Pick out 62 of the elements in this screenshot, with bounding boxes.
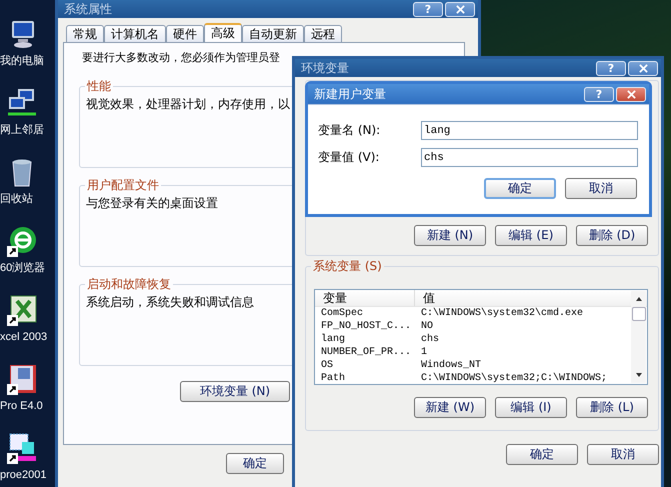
desktop-icon-label[interactable]: 回收站 [0,192,33,206]
close-icon [456,4,464,14]
group-title: 启动和故障恢复 [85,277,173,291]
group-description: 与您登录有关的桌面设置 [86,196,218,210]
column-header[interactable]: 变量 [315,290,415,306]
environment-variables-button[interactable]: 环境变量 (N) [180,381,290,402]
variable-value[interactable]: C:\WINDOWS\system32\cmd.exe [415,307,584,320]
scroll-down-icon[interactable] [634,371,644,379]
variable-name[interactable]: FP_NO_HOST_C... [315,320,415,333]
scroll-up-icon[interactable] [634,295,644,303]
ok-button[interactable]: 确定 [506,444,578,465]
group-title: 性能 [85,79,113,93]
variable-name[interactable]: lang [315,333,415,346]
variable-button[interactable]: 删除 (D) [576,225,648,246]
input-field[interactable]: chs [421,148,638,167]
variable-name[interactable]: ComSpec [315,307,415,320]
tab[interactable]: 计算机名 [104,25,166,42]
column-header[interactable]: 值 [415,290,435,306]
tab[interactable]: 常规 [66,25,104,42]
tab[interactable]: 远程 [304,25,342,42]
window-title: 环境变量 [301,60,349,76]
tab[interactable]: 高级 [204,23,242,42]
cancel-button[interactable]: 取消 [565,178,637,199]
notice-text: 要进行大多数改动，您必须作为管理员登 [81,51,280,65]
variable-name[interactable]: NUMBER_OF_PR... [315,346,415,359]
variable-button[interactable]: 新建 (W) [414,397,486,418]
variable-name[interactable]: OS [315,359,415,372]
variable-button[interactable]: 编辑 (E) [495,225,567,246]
scroll-thumb[interactable] [632,307,646,321]
desktop-icon-label[interactable]: Pro E4.0 [0,399,43,413]
variable-value[interactable]: 1 [415,346,428,359]
group-title: 用户配置文件 [85,178,161,192]
tab[interactable]: 自动更新 [242,25,304,42]
window-title: 新建用户变量 [314,86,386,102]
variable-name[interactable]: Path [315,372,415,385]
variable-button[interactable]: 删除 (L) [576,397,648,418]
variable-value[interactable]: Windows_NT [415,359,482,372]
desktop-icon-label[interactable]: proe2001 [0,468,46,482]
tab[interactable]: 硬件 [166,25,204,42]
close-icon [638,64,648,72]
group-description: 视觉效果，处理器计划，内存使用，以 [86,97,290,111]
desktop-icon-label[interactable]: 60浏览器 [0,261,46,275]
scrollbar[interactable] [631,291,646,383]
desktop-icon-label[interactable]: xcel 2003 [0,330,48,344]
group-title: 系统变量 (S) [311,259,384,273]
input-field[interactable]: lang [421,121,638,140]
field-label: 变量值 (V): [318,149,380,166]
group-description: 系统启动，系统失败和调试信息 [86,295,254,309]
window-title: 系统属性 [64,0,112,18]
variable-button[interactable]: 编辑 (I) [495,397,567,418]
ok-button[interactable]: 确定 [226,453,284,474]
variable-value[interactable]: chs [415,333,440,346]
cancel-button[interactable]: 取消 [587,444,659,465]
field-label: 变量名 (N): [318,122,382,139]
variable-value[interactable]: NO [415,320,434,333]
close-button[interactable] [616,86,646,102]
desktop-icon-label[interactable]: 我的电脑 [0,54,44,68]
ok-button[interactable]: 确定 [484,178,556,199]
close-icon [626,90,636,98]
variable-value[interactable]: C:\WINDOWS\system32;C:\WINDOWS; [415,372,608,385]
desktop-icon-label[interactable]: 网上邻居 [0,123,44,137]
variable-button[interactable]: 新建 (N) [414,225,486,246]
